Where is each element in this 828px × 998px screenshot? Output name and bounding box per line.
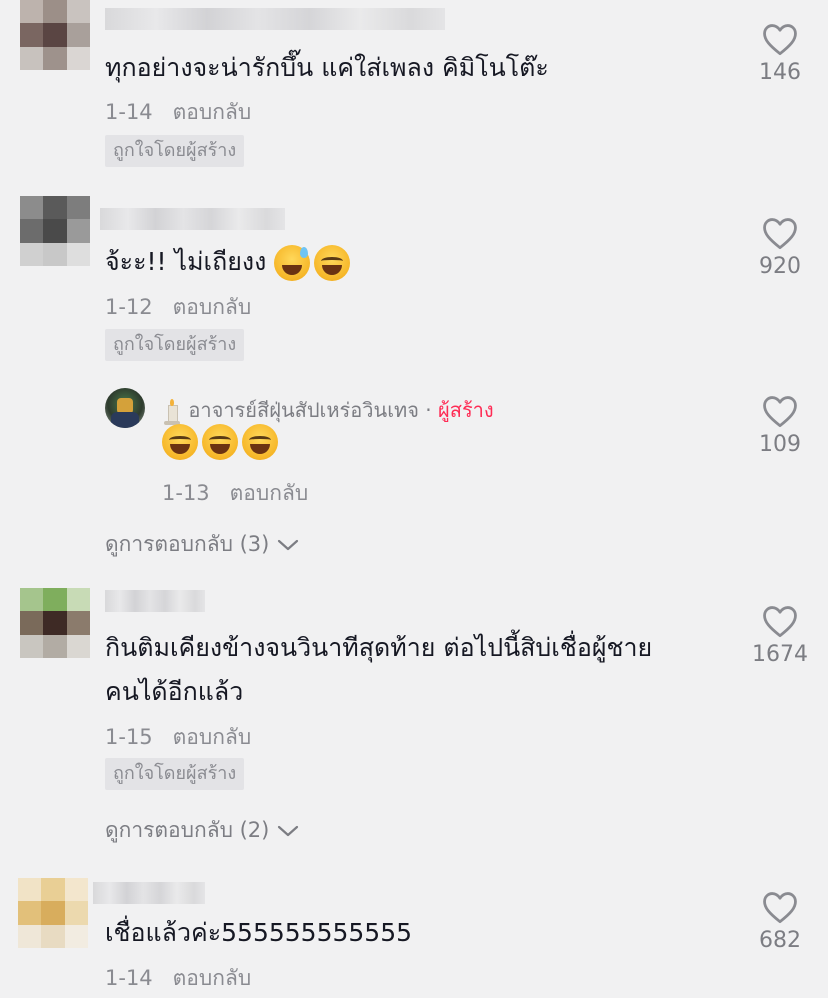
tears-of-joy-emoji-icon — [314, 245, 351, 281]
avatar[interactable] — [20, 588, 90, 658]
username-blurred[interactable] — [100, 208, 285, 230]
reply-meta: 1-13 ตอบกลับ — [162, 477, 308, 510]
like-button[interactable]: 920 — [740, 216, 820, 279]
chevron-down-icon — [278, 825, 299, 836]
username-blurred[interactable] — [105, 8, 445, 30]
reply-button[interactable]: ตอบกลับ — [173, 100, 252, 124]
comment-date: 1-14 — [105, 100, 153, 124]
comment-text: เชื่อแล้วค่ะ555555555555 — [105, 918, 413, 947]
like-count: 682 — [759, 928, 801, 953]
comment-meta: 1-14 ตอบกลับ — [105, 96, 251, 129]
comment-date: 1-15 — [105, 725, 153, 749]
reply-author-name[interactable]: อาจารย์สีฝุ่นสัปเหร่อวินเทจ — [188, 398, 419, 422]
heart-outline-icon — [763, 218, 797, 250]
username-blurred[interactable] — [105, 590, 205, 612]
view-replies-label: ดูการตอบกลับ (3) — [105, 532, 270, 556]
heart-outline-icon — [763, 606, 797, 638]
comment-text: จ้ะะ!! ไม่เถียงง — [105, 240, 354, 284]
reply-emojis — [162, 424, 282, 460]
heart-outline-icon — [763, 24, 797, 56]
comment-meta: 1-14 ตอบกลับ — [105, 962, 251, 995]
liked-by-creator-badge: ถูกใจโดยผู้สร้าง — [105, 329, 245, 361]
comment-text: คนได้อีกแล้ว — [105, 677, 244, 706]
liked-by-creator-badge: ถูกใจโดยผู้สร้าง — [105, 135, 245, 167]
like-button[interactable]: 146 — [740, 22, 820, 85]
tears-of-joy-emoji-icon — [242, 424, 278, 460]
liked-by-creator-badge: ถูกใจโดยผู้สร้าง — [105, 758, 245, 790]
comment-text: กินติมเคียงข้างจนวินาทีสุดท้าย ต่อไปนี้ส… — [105, 633, 653, 662]
comment-meta: 1-12 ตอบกลับ — [105, 291, 251, 324]
tears-of-joy-emoji-icon — [162, 424, 198, 460]
reply-author-line: อาจารย์สีฝุ่นสัปเหร่อวินเทจ · ผู้สร้าง — [162, 394, 494, 426]
tears-of-joy-emoji-icon — [202, 424, 238, 460]
avatar[interactable] — [18, 878, 88, 948]
name-separator: · — [425, 398, 432, 422]
comment-date: 1-14 — [105, 966, 153, 990]
avatar[interactable] — [20, 0, 90, 70]
like-button[interactable]: 109 — [740, 394, 820, 457]
like-count: 920 — [759, 254, 801, 279]
candle-icon — [162, 398, 182, 425]
heart-outline-icon — [763, 396, 797, 428]
reply-avatar[interactable] — [105, 388, 145, 428]
like-button[interactable]: 1674 — [740, 604, 820, 667]
comment-meta: 1-15 ตอบกลับ — [105, 721, 251, 754]
like-count: 109 — [759, 432, 801, 457]
creator-tag: ผู้สร้าง — [438, 398, 494, 422]
grinning-sweat-emoji-icon — [274, 245, 311, 281]
reply-button[interactable]: ตอบกลับ — [173, 966, 252, 990]
view-replies-label: ดูการตอบกลับ (2) — [105, 818, 270, 842]
username-blurred[interactable] — [93, 882, 205, 904]
view-replies-button[interactable]: ดูการตอบกลับ (3) — [105, 528, 299, 561]
heart-outline-icon — [763, 892, 797, 924]
like-button[interactable]: 682 — [740, 890, 820, 953]
like-count: 1674 — [752, 642, 808, 667]
comment-date: 1-12 — [105, 295, 153, 319]
chevron-down-icon — [278, 539, 299, 550]
reply-button[interactable]: ตอบกลับ — [173, 725, 252, 749]
reply-button[interactable]: ตอบกลับ — [230, 481, 309, 505]
reply-button[interactable]: ตอบกลับ — [173, 295, 252, 319]
avatar[interactable] — [20, 196, 90, 266]
view-replies-button[interactable]: ดูการตอบกลับ (2) — [105, 814, 299, 847]
like-count: 146 — [759, 60, 801, 85]
comment-text: ทุกอย่างจะน่ารักบึ๊น แค่ใส่เพลง คิมิโนโต… — [105, 53, 549, 82]
reply-date: 1-13 — [162, 481, 210, 505]
